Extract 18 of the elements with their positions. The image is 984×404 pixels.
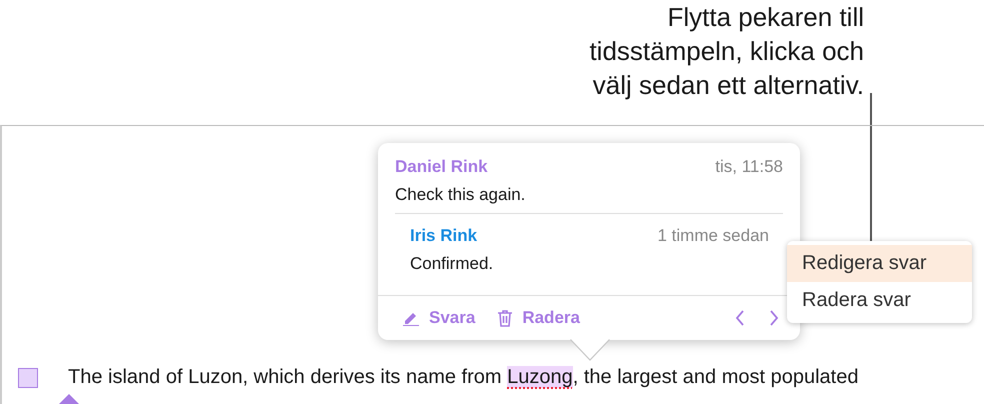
menu-item[interactable]: Radera svar [787, 282, 972, 319]
menu-item[interactable]: Redigera svar [787, 245, 972, 282]
author-name: Daniel Rink [395, 157, 488, 177]
timestamp[interactable]: 1 timme sedan [658, 226, 769, 246]
delete-button[interactable]: Radera [497, 308, 580, 328]
paragraph-text: The island of Luzon, which derives its name from Luzong, the largest and most populated [68, 366, 858, 389]
comment-text: Check this again. [395, 185, 526, 205]
next-icon[interactable] [768, 309, 780, 327]
author-name: Iris Rink [410, 226, 478, 246]
callout-text: Flytta pekaren till tidsstämpeln, klicka och välj sedan ett alternativ. [588, 1, 864, 102]
comment-marker-icon[interactable] [18, 368, 38, 388]
previous-icon[interactable] [734, 309, 746, 327]
timestamp[interactable]: tis, 11:58 [715, 157, 783, 177]
reply-button[interactable]: Svara [402, 308, 476, 328]
pencil-icon [402, 310, 420, 326]
trash-icon [497, 309, 514, 327]
triangle-icon [59, 394, 79, 404]
comment-text: Confirmed. [410, 254, 494, 274]
